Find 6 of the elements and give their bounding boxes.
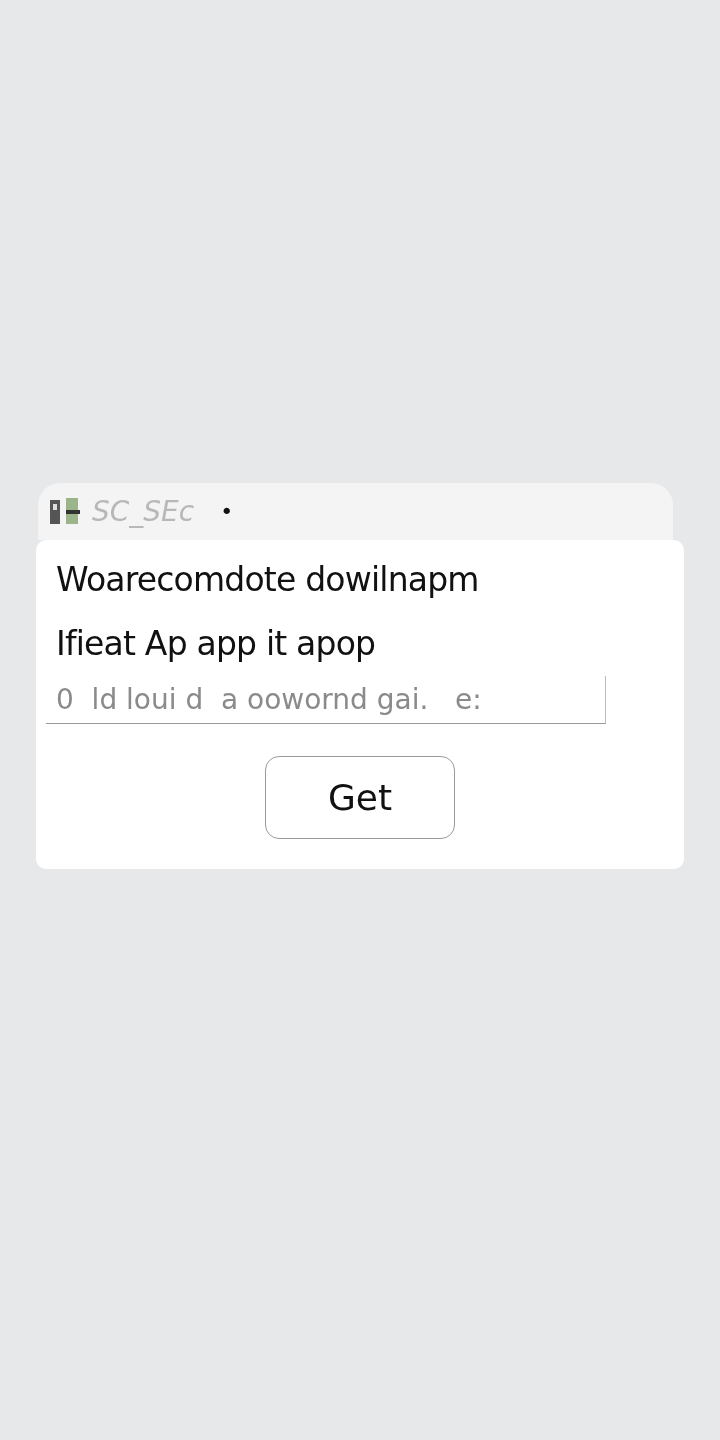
get-button[interactable]: Get bbox=[265, 756, 455, 839]
input-field[interactable]: 0 ld loui d a oowornd gai. e: bbox=[46, 676, 606, 724]
dialog-text: Woarecomdote dowilnapm bbox=[56, 559, 480, 601]
header-dot: • bbox=[220, 499, 234, 524]
header-title: SC_SEc bbox=[92, 495, 195, 528]
dialog-text: Ifieat Ap app it apop bbox=[56, 623, 377, 665]
